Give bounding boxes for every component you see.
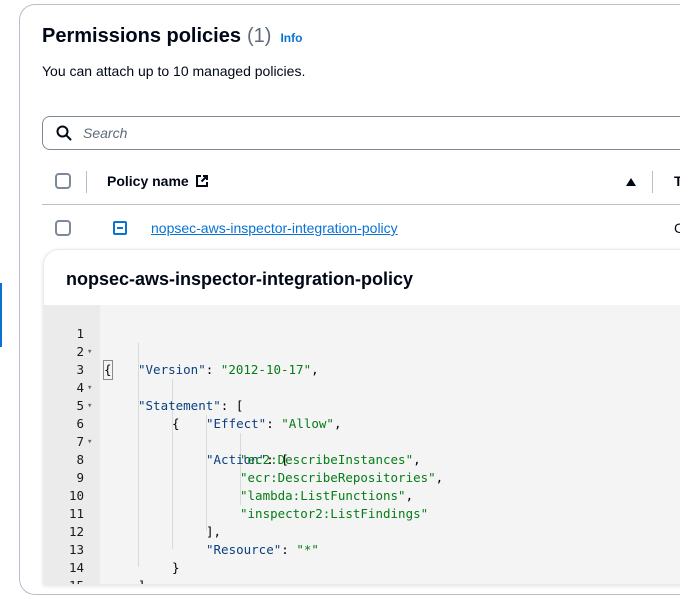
code-line: 7 "ec2:DescribeInstances", [44,415,420,467]
panel-description: You can attach up to 10 managed policies… [42,63,306,79]
code-text: "Statement": [ [138,397,243,415]
search-box[interactable] [42,116,680,150]
code-text: } [172,560,180,575]
policy-detail-card: nopsec-aws-inspector-integration-policy … [43,249,680,585]
code-line: 9 "lambda:ListFunctions", [44,451,413,503]
code-line: 11 ], [44,487,221,539]
json-value: "lambda:ListFunctions" [240,488,406,503]
table-row: nopsec-aws-inspector-integration-policy … [42,205,680,251]
column-header-policy-name[interactable]: Policy name [107,173,209,189]
select-all-checkbox[interactable] [55,173,71,189]
policy-json-viewer[interactable]: 1 ▾ { 2 "Version": "2012-10-17", 3 ▾ "St… [44,305,680,584]
column-header-policy-name-label: Policy name [107,173,189,189]
json-key: "Version" [138,362,206,377]
code-line: 12 "Resource": "*" [44,505,319,557]
external-link-icon[interactable] [195,174,209,188]
row-checkbox[interactable] [55,220,71,236]
page: Permissions policies (1) Info You can at… [0,0,680,603]
code-text: "inspector2:ListFindings" [240,505,428,523]
code-line: 8 "ecr:DescribeRepositories", [44,433,443,485]
panel-header: Permissions policies (1) Info [42,25,302,48]
code-line: 1 ▾ { [44,307,113,380]
code-text: "Effect": "Allow", [206,416,342,431]
json-key: "Statement" [138,398,221,413]
code-text: { [172,416,180,431]
code-line: 4 ▾ { [44,361,179,431]
json-value: "2012-10-17" [220,362,312,377]
sort-ascending-icon[interactable] [625,177,637,187]
column-divider [86,171,87,193]
code-text: ], [206,524,222,539]
json-value: "Allow" [281,416,334,431]
json-value: "inspector2:ListFindings" [240,506,429,521]
search-input[interactable] [81,124,585,142]
code-text: "ecr:DescribeRepositories", [240,470,444,485]
json-value: "ec2:DescribeInstances" [240,452,414,467]
code-line: 15 } [44,559,104,584]
code-line: 13 } [44,523,180,575]
code-line: 10 "inspector2:ListFindings" [44,469,428,521]
json-key: "Resource" [206,542,282,557]
code-line: 6 ▾ "Action": [ [44,397,288,467]
code-line: 3 ▾ "Statement": [ [44,343,243,413]
code-text: { [103,360,113,380]
column-divider [652,171,653,193]
search-icon [56,125,72,141]
column-header-type[interactable]: Typ [674,173,680,189]
table-header-row: Policy name Typ [42,159,680,205]
info-link[interactable]: Info [280,31,302,45]
policy-name-link[interactable]: nopsec-aws-inspector-integration-policy [151,220,398,236]
left-accent-bar [0,283,2,347]
policy-count: (1) [246,25,272,47]
code-text: ] [138,577,146,584]
policy-detail-title: nopsec-aws-inspector-integration-policy [66,269,414,289]
line-number: 15 [44,577,84,584]
code-text: "Resource": "*" [206,542,319,557]
code-punctuation: : [ [220,398,244,413]
column-header-type-label: Typ [674,173,680,189]
json-value: "*" [296,542,319,557]
policy-type-cell: Cus [674,220,680,236]
code-text: "ec2:DescribeInstances", [240,452,421,467]
code-text: "lambda:ListFunctions", [240,488,414,503]
code-line: 2 "Version": "2012-10-17", [44,325,318,377]
code-line: 14 ] [44,541,146,584]
json-key: "Effect" [206,416,267,431]
json-value: "ecr:DescribeRepositories" [240,470,436,485]
code-line: 5 "Effect": "Allow", [44,379,341,431]
code-text: "Version": "2012-10-17", [138,362,319,377]
collapse-icon[interactable] [113,221,127,235]
panel-title: Permissions policies [42,25,241,47]
